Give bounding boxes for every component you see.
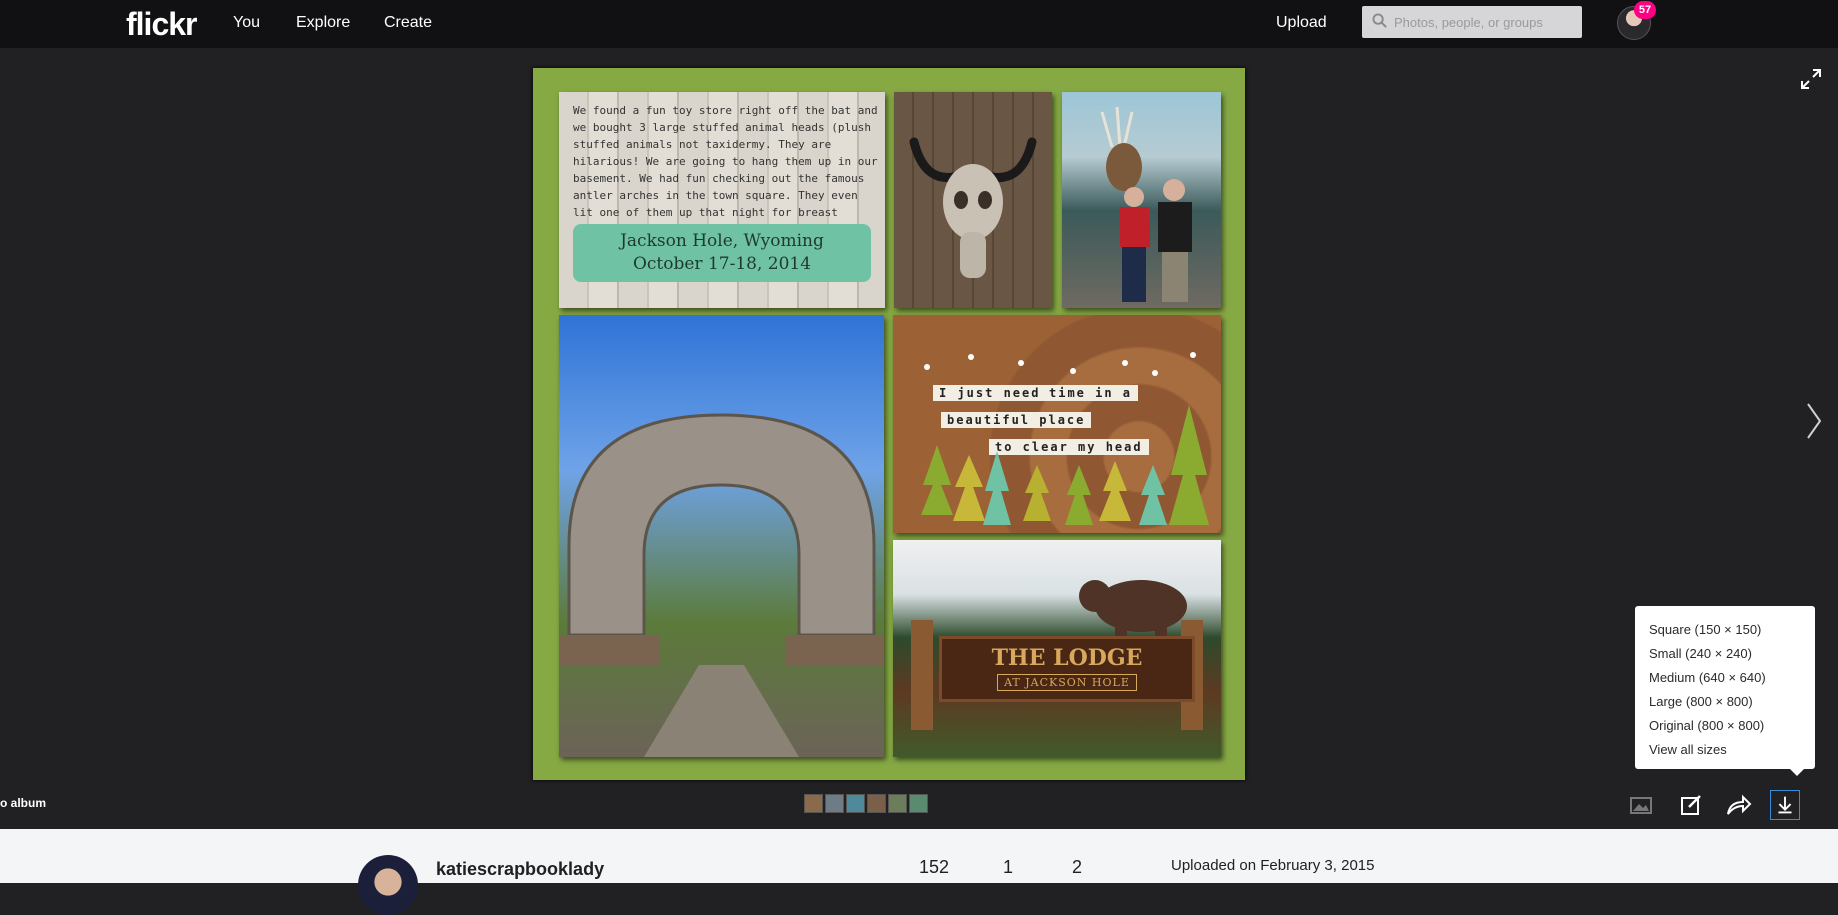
download-icon[interactable] — [1770, 790, 1800, 820]
pine-trees-icon — [921, 352, 1209, 525]
upload-link[interactable]: Upload — [1276, 14, 1327, 32]
size-medium[interactable]: Medium (640 × 640) — [1649, 666, 1815, 690]
quote-tile: I just need time in a beautiful place to… — [893, 315, 1221, 533]
lodge-sign: THE LODGE AT JACKSON HOLE — [939, 636, 1195, 702]
search-placeholder: Photos, people, or groups — [1394, 15, 1543, 30]
lodge-subtitle: AT JACKSON HOLE — [997, 674, 1137, 691]
owner-avatar[interactable] — [358, 855, 418, 915]
upload-date: Uploaded on February 3, 2015 — [1171, 857, 1375, 874]
filmstrip-thumb[interactable] — [825, 794, 844, 813]
main-photo[interactable]: We found a fun toy store right off the b… — [533, 68, 1245, 780]
filmstrip-thumb[interactable] — [888, 794, 907, 813]
search-box[interactable]: Photos, people, or groups — [1362, 6, 1582, 38]
stat-faves: 1 — [1003, 857, 1014, 877]
nav-create[interactable]: Create — [384, 14, 432, 32]
people-icon — [1100, 106, 1192, 302]
filmstrip-thumb[interactable] — [804, 794, 823, 813]
notification-badge[interactable]: 57 — [1634, 1, 1656, 19]
title-plate: Jackson Hole, Wyoming October 17-18, 201… — [573, 224, 871, 282]
journal-text: We found a fun toy store right off the b… — [573, 104, 878, 236]
stat-comments: 2 — [1072, 857, 1083, 877]
next-photo-icon[interactable] — [1806, 402, 1822, 440]
journal-tile: We found a fun toy store right off the b… — [559, 92, 885, 308]
edit-icon[interactable] — [1676, 790, 1706, 820]
top-navigation-bar: flickr You Explore Create Upload Photos,… — [0, 0, 1838, 48]
flickr-logo[interactable]: flickr — [126, 6, 197, 43]
size-square[interactable]: Square (150 × 150) — [1649, 618, 1815, 642]
filmstrip — [804, 794, 930, 814]
arch-icon — [559, 413, 884, 757]
filmstrip-thumb[interactable] — [846, 794, 865, 813]
nav-explore[interactable]: Explore — [296, 14, 350, 32]
size-large[interactable]: Large (800 × 800) — [1649, 690, 1815, 714]
nav-you[interactable]: You — [233, 14, 260, 32]
image-icon[interactable] — [1626, 790, 1656, 820]
lodge-sign-photo: THE LODGE AT JACKSON HOLE — [893, 540, 1221, 757]
photo-info-bar: katiescrapbooklady 152 1 2 Uploaded on F… — [0, 829, 1838, 915]
stat-views: 152 — [919, 857, 950, 877]
owner-name[interactable]: katiescrapbooklady — [436, 859, 604, 880]
lodge-title: THE LODGE — [991, 645, 1143, 671]
view-all-sizes-link[interactable]: View all sizes — [1649, 738, 1815, 762]
fullscreen-icon[interactable] — [1800, 68, 1822, 90]
share-icon[interactable] — [1723, 790, 1753, 820]
back-to-album-link[interactable]: o album — [0, 796, 46, 810]
elk-photo — [1062, 92, 1221, 308]
antler-arch-photo — [559, 315, 884, 757]
download-sizes-menu: Square (150 × 150) Small (240 × 240) Med… — [1635, 606, 1815, 776]
skull-icon — [909, 137, 1037, 278]
filmstrip-thumb[interactable] — [867, 794, 886, 813]
size-original[interactable]: Original (800 × 800) — [1649, 714, 1815, 738]
size-small[interactable]: Small (240 × 240) — [1649, 642, 1815, 666]
place-title: Jackson Hole, Wyoming — [620, 231, 824, 251]
date-title: October 17-18, 2014 — [632, 254, 812, 274]
menu-pointer — [1789, 768, 1805, 776]
search-icon — [1372, 13, 1387, 28]
skull-photo — [894, 92, 1052, 308]
filmstrip-thumb[interactable] — [909, 794, 928, 813]
